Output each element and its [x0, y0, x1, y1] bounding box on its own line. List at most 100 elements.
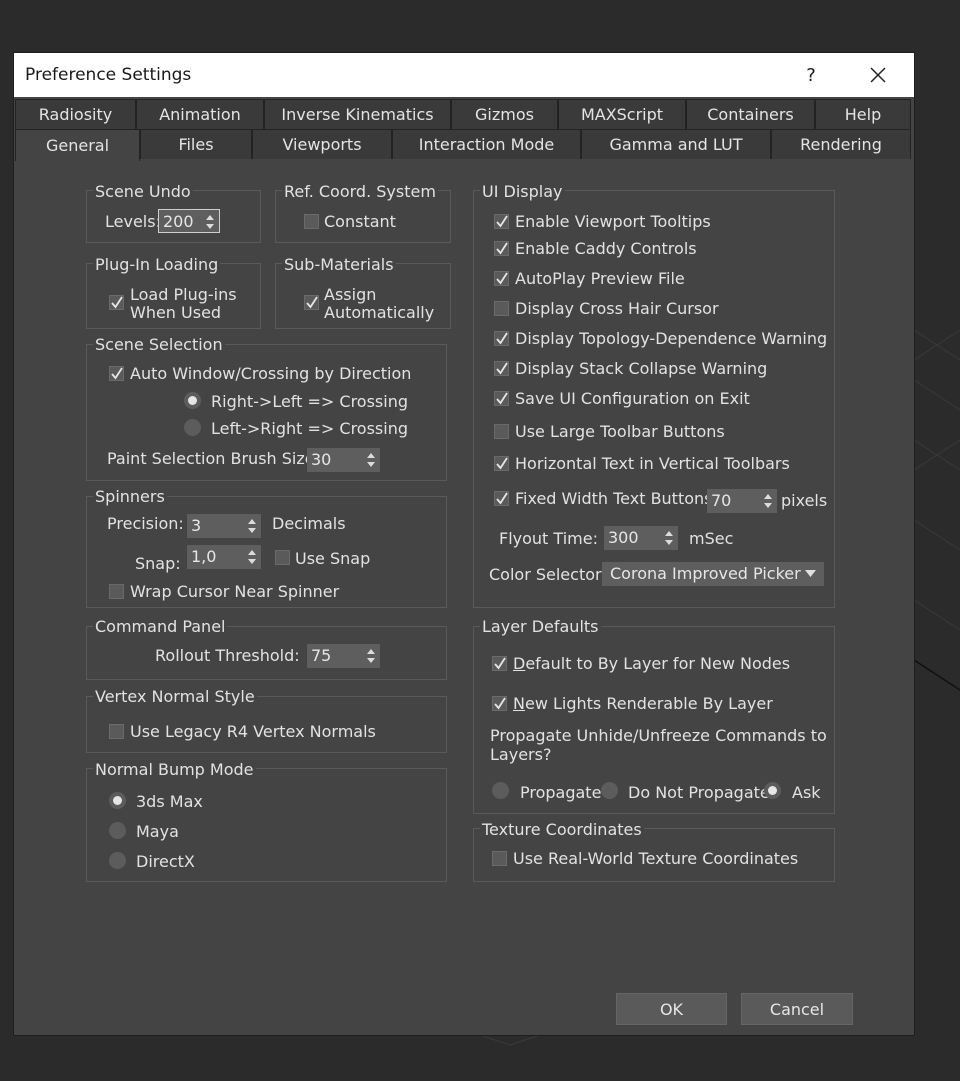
auto-window-crossing-label: Auto Window/Crossing by Direction: [130, 364, 412, 383]
spinner-arrows-icon: [665, 531, 673, 545]
left-right-crossing-radio[interactable]: [184, 419, 201, 436]
flyout-time-value: 300: [608, 528, 639, 547]
window-title: Preference Settings: [25, 65, 192, 85]
chevron-down-icon: [805, 570, 816, 577]
checkmark-icon: [496, 332, 508, 345]
assign-automatically-checkbox[interactable]: [304, 295, 319, 310]
tab-gamma-and-lut[interactable]: Gamma and LUT: [581, 129, 771, 159]
tab-help[interactable]: Help: [815, 99, 911, 129]
ask-radio[interactable]: [764, 782, 781, 799]
do-not-propagate-label: Do Not Propagate: [628, 783, 770, 802]
load-plugins-checkbox[interactable]: [109, 295, 124, 310]
wrap-cursor-checkbox[interactable]: [109, 584, 124, 599]
checkmark-icon: [494, 657, 506, 670]
default-by-layer-label: Default to By Layer for New Nodes: [513, 654, 790, 673]
default-by-layer-checkbox[interactable]: [492, 656, 507, 671]
tab-gizmos[interactable]: Gizmos: [451, 99, 558, 129]
assign-automatically-label-1: Assign: [324, 285, 377, 304]
tab-radiosity[interactable]: Radiosity: [15, 99, 136, 129]
close-button[interactable]: [858, 55, 898, 95]
checkmark-icon: [496, 272, 508, 285]
fixed-width-spinner[interactable]: 70: [707, 489, 777, 513]
legacy-vertex-normals-checkbox[interactable]: [109, 724, 124, 739]
color-selector-label: Color Selector:: [489, 565, 607, 584]
constant-label: Constant: [324, 212, 396, 231]
spinner-arrows-icon: [764, 494, 772, 508]
precision-label: Precision:: [107, 514, 184, 533]
wrap-cursor-label: Wrap Cursor Near Spinner: [130, 582, 340, 601]
right-left-crossing-label: Right->Left => Crossing: [211, 392, 408, 411]
caddy-controls-label: Enable Caddy Controls: [515, 239, 697, 258]
scene-selection-title: Scene Selection: [93, 335, 225, 354]
msec-label: mSec: [689, 529, 734, 548]
paint-brush-size-value: 30: [311, 450, 332, 469]
spinner-arrows-icon: [206, 215, 214, 229]
horizontal-text-label: Horizontal Text in Vertical Toolbars: [515, 454, 790, 473]
tab-containers[interactable]: Containers: [686, 99, 815, 129]
cancel-button[interactable]: Cancel: [741, 993, 853, 1025]
caddy-controls-checkbox[interactable]: [494, 241, 509, 256]
tab-inverse-kinematics[interactable]: Inverse Kinematics: [264, 99, 451, 129]
use-snap-checkbox[interactable]: [275, 550, 290, 565]
color-selector-value: Corona Improved Picker: [610, 564, 801, 583]
paint-brush-size-spinner[interactable]: 30: [307, 448, 380, 472]
bump-3dsmax-label: 3ds Max: [136, 792, 203, 811]
real-world-coords-checkbox[interactable]: [492, 851, 507, 866]
snap-spinner[interactable]: 1,0: [187, 545, 261, 569]
lights-renderable-checkbox[interactable]: [492, 696, 507, 711]
spinner-arrows-icon: [248, 550, 256, 564]
tab-files[interactable]: Files: [140, 129, 252, 159]
autoplay-preview-checkbox[interactable]: [494, 271, 509, 286]
precision-spinner[interactable]: 3: [187, 514, 261, 538]
pixels-label: pixels: [781, 491, 828, 510]
plugin-loading-title: Plug-In Loading: [93, 255, 221, 274]
color-selector-dropdown[interactable]: Corona Improved Picker: [602, 562, 824, 586]
checkmark-icon: [496, 457, 508, 470]
do-not-propagate-radio[interactable]: [601, 782, 618, 799]
rollout-threshold-spinner[interactable]: 75: [307, 644, 380, 668]
save-ui-config-label: Save UI Configuration on Exit: [515, 389, 750, 408]
paint-brush-size-label: Paint Selection Brush Size: [107, 449, 315, 468]
bump-maya-radio[interactable]: [109, 822, 126, 839]
auto-window-crossing-checkbox[interactable]: [109, 366, 124, 381]
tab-general[interactable]: General: [15, 129, 140, 161]
ok-button[interactable]: OK: [616, 993, 727, 1025]
stack-collapse-warning-label: Display Stack Collapse Warning: [515, 359, 768, 378]
flyout-time-label: Flyout Time:: [499, 529, 598, 548]
help-button[interactable]: ?: [794, 55, 828, 95]
bump-maya-label: Maya: [136, 822, 179, 841]
topology-warning-checkbox[interactable]: [494, 331, 509, 346]
default-by-layer-text: efault to By Layer for New Nodes: [525, 654, 791, 673]
bump-directx-radio[interactable]: [109, 852, 126, 869]
constant-checkbox[interactable]: [304, 214, 319, 229]
stack-collapse-warning-checkbox[interactable]: [494, 361, 509, 376]
title-bar: Preference Settings ?: [14, 53, 914, 97]
checkmark-icon: [111, 367, 123, 380]
cross-hair-cursor-label: Display Cross Hair Cursor: [515, 299, 719, 318]
propagate-question-line-2: Layers?: [490, 745, 552, 764]
tab-viewports[interactable]: Viewports: [252, 129, 392, 159]
tab-rendering[interactable]: Rendering: [771, 129, 911, 159]
right-left-crossing-radio[interactable]: [184, 392, 201, 409]
assign-automatically-label-2: Automatically: [324, 303, 435, 322]
layer-defaults-title: Layer Defaults: [480, 617, 601, 636]
flyout-time-spinner[interactable]: 300: [604, 526, 678, 550]
load-plugins-label-2: When Used: [130, 303, 222, 322]
save-ui-config-checkbox[interactable]: [494, 391, 509, 406]
viewport-tooltips-checkbox[interactable]: [494, 214, 509, 229]
horizontal-text-checkbox[interactable]: [494, 456, 509, 471]
spinners-title: Spinners: [93, 487, 167, 506]
large-toolbar-buttons-checkbox[interactable]: [494, 424, 509, 439]
close-icon: [870, 67, 886, 83]
tab-maxscript[interactable]: MAXScript: [558, 99, 686, 129]
tab-animation[interactable]: Animation: [136, 99, 264, 129]
checkmark-icon: [306, 296, 318, 309]
fixed-width-buttons-checkbox[interactable]: [494, 491, 509, 506]
preference-settings-dialog: Preference Settings ? Radiosity Animatio…: [14, 53, 914, 1035]
cross-hair-cursor-checkbox[interactable]: [494, 301, 509, 316]
levels-spinner[interactable]: 200: [158, 209, 220, 233]
bump-3dsmax-radio[interactable]: [109, 792, 126, 809]
propagate-radio[interactable]: [492, 782, 509, 799]
bump-directx-label: DirectX: [136, 852, 195, 871]
tab-interaction-mode[interactable]: Interaction Mode: [392, 129, 581, 159]
